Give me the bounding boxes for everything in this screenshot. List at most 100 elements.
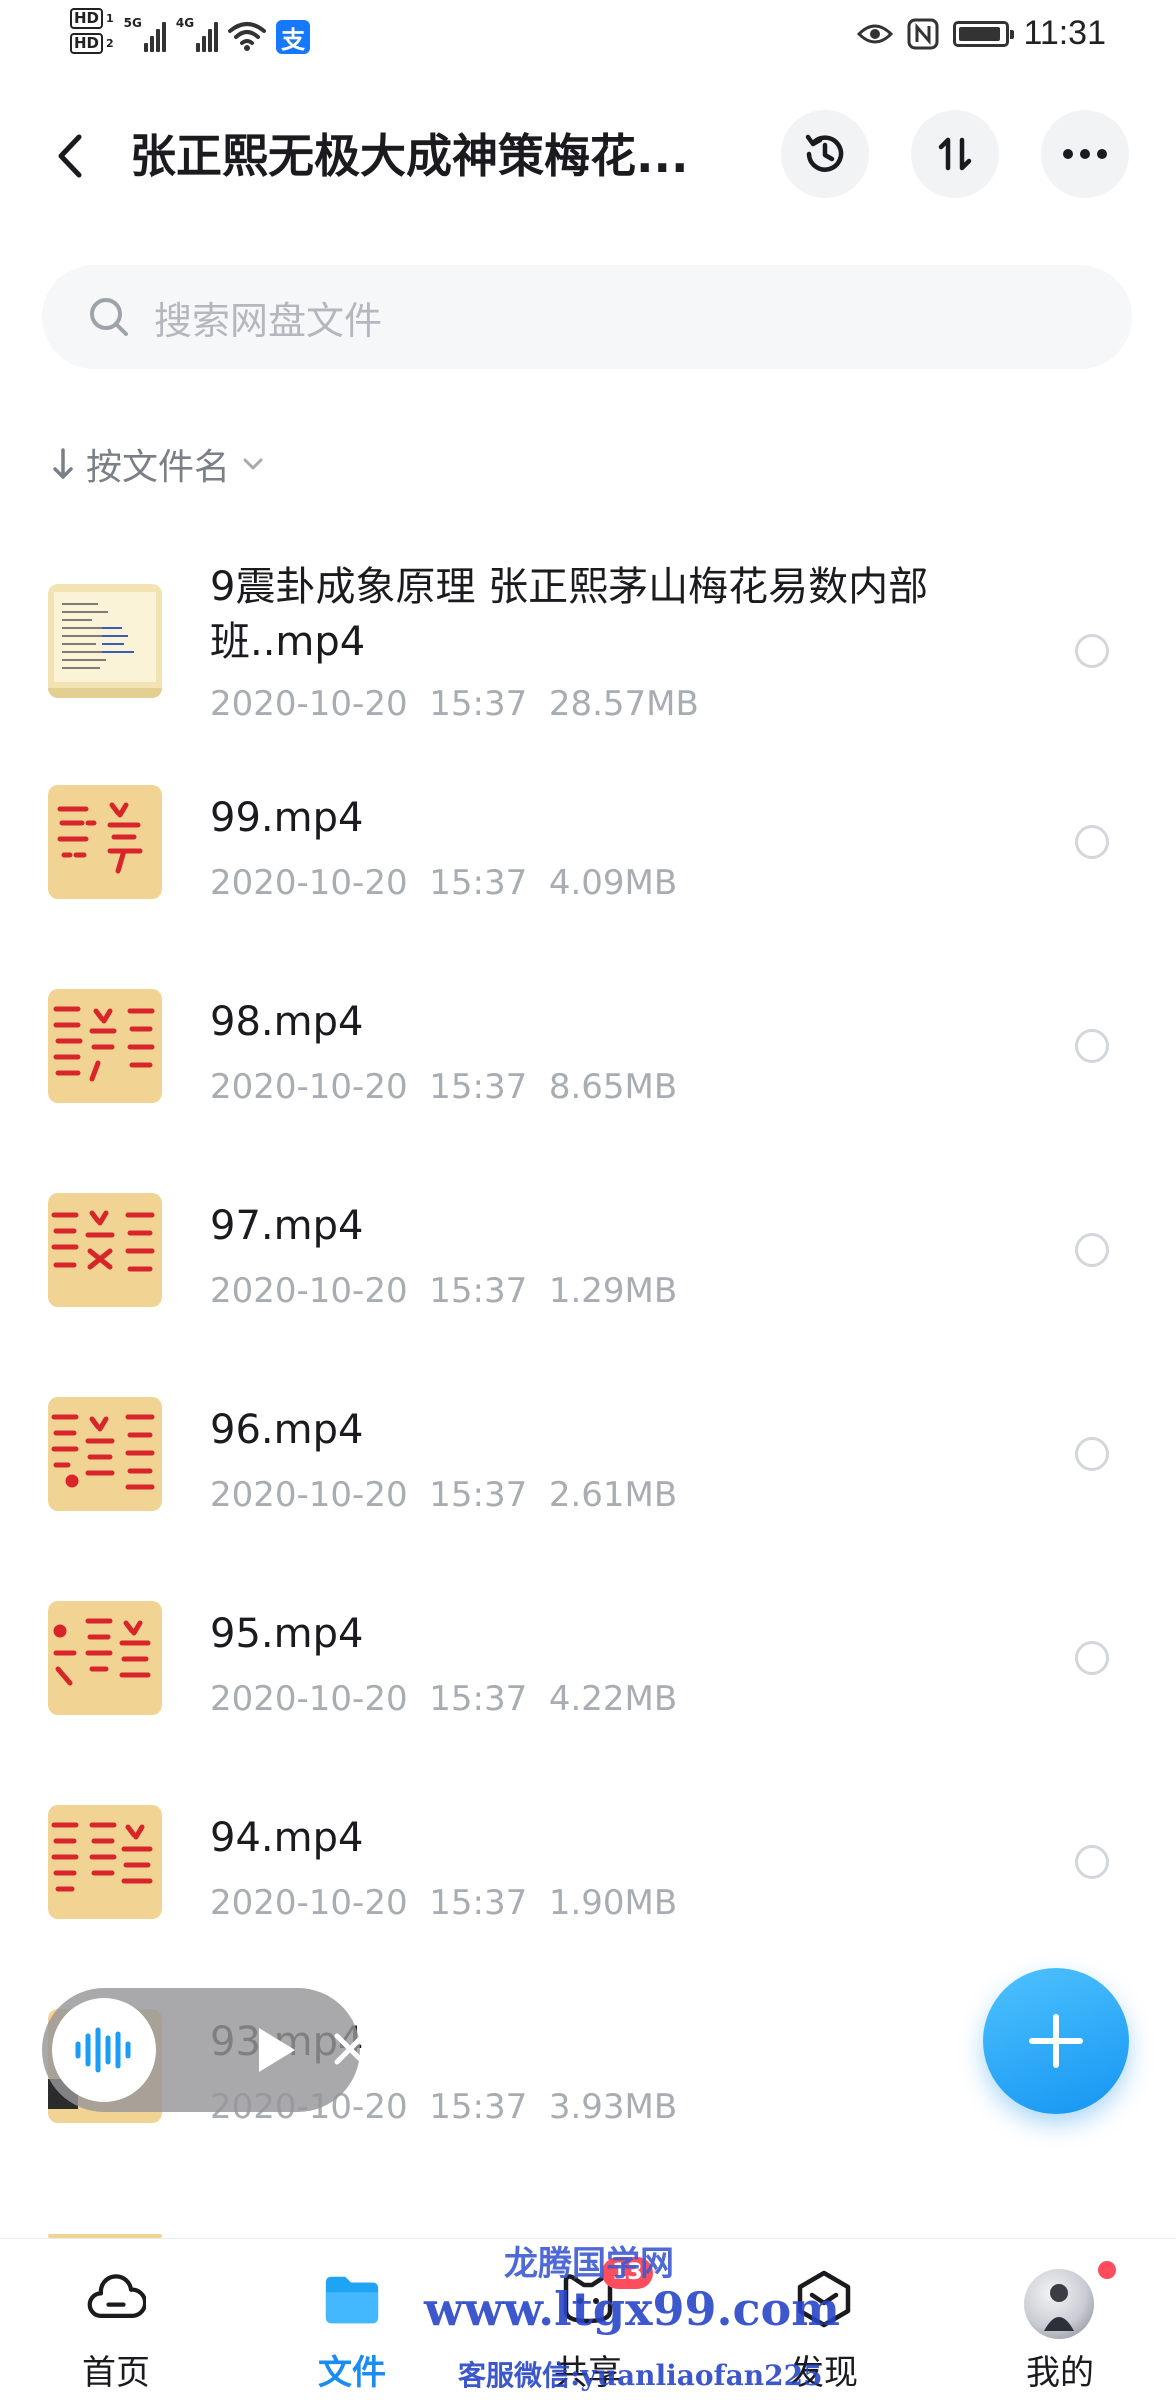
audio-wave-icon xyxy=(75,2027,131,2073)
select-radio[interactable] xyxy=(1075,825,1109,859)
network-type: 5G xyxy=(123,16,142,30)
file-date: 2020-10-20 xyxy=(210,1067,408,1107)
transfer-button[interactable] xyxy=(911,110,999,198)
video-thumbnail xyxy=(48,1397,162,1511)
search-input[interactable]: 搜索网盘文件 xyxy=(42,265,1132,369)
nav-item-files[interactable]: 文件 xyxy=(262,2239,442,2400)
select-radio[interactable] xyxy=(1075,1641,1109,1675)
file-name: 9震卦成象原理 张正熙茅山梅花易数内部班..mp4 xyxy=(210,564,929,665)
file-date: 2020-10-20 xyxy=(210,1475,408,1515)
file-size: 1.90MB xyxy=(548,1883,678,1923)
file-size: 3.93MB xyxy=(548,2087,678,2127)
file-meta: 2020-10-20 15:37 1.90MB xyxy=(210,1883,677,1923)
file-meta: 2020-10-20 15:37 1.29MB xyxy=(210,1271,677,1311)
file-meta: 2020-10-20 15:37 2.61MB xyxy=(210,1475,677,1515)
file-name: 98.mp4 xyxy=(210,999,364,1045)
avatar xyxy=(1024,2269,1094,2339)
more-icon xyxy=(1063,149,1107,159)
audio-wave-button[interactable] xyxy=(52,1998,156,2102)
hd-indicator-2: HD 2 xyxy=(70,33,114,54)
back-button[interactable] xyxy=(40,126,100,186)
nav-label: 文件 xyxy=(318,2353,386,2393)
file-date: 2020-10-20 xyxy=(210,1883,408,1923)
select-radio[interactable] xyxy=(1075,1029,1109,1063)
file-meta: 2020-10-20 15:37 4.22MB xyxy=(210,1679,677,1719)
file-date: 2020-10-20 xyxy=(210,684,408,724)
notification-dot xyxy=(1098,2261,1116,2279)
file-time: 15:37 xyxy=(429,863,528,903)
network-type: 4G xyxy=(175,16,195,30)
plus-icon xyxy=(1029,2014,1083,2068)
nav-item-me[interactable]: 我的 xyxy=(970,2239,1150,2400)
nfc-icon xyxy=(907,18,939,49)
play-icon[interactable] xyxy=(247,2022,303,2078)
folder-icon xyxy=(322,2269,382,2329)
alipay-icon: 支 xyxy=(276,20,311,54)
file-name: 99.mp4 xyxy=(210,795,364,841)
file-meta: 2020-10-20 15:37 8.65MB xyxy=(210,1067,677,1107)
battery-icon xyxy=(953,20,1015,47)
history-icon xyxy=(805,134,844,172)
cloud-icon xyxy=(86,2269,146,2329)
file-meta: 2020-10-20 15:37 4.09MB xyxy=(210,863,677,903)
file-name: 97.mp4 xyxy=(210,1203,364,1249)
file-time: 15:37 xyxy=(429,1475,528,1515)
history-button[interactable] xyxy=(781,110,869,198)
chevron-down-icon xyxy=(243,458,263,470)
battery-level xyxy=(959,26,1000,41)
video-thumbnail xyxy=(48,1601,162,1715)
watermark-title: 龙腾国学网 xyxy=(504,2244,674,2284)
search-placeholder: 搜索网盘文件 xyxy=(154,298,383,343)
eye-icon xyxy=(857,24,894,43)
watermark-contact: 客服微信:yuanliaofan225 xyxy=(458,2359,823,2392)
file-size: 2.61MB xyxy=(548,1475,678,1515)
sort-dropdown[interactable]: 按文件名 xyxy=(52,438,264,490)
file-time: 15:37 xyxy=(429,684,528,724)
select-radio[interactable] xyxy=(1075,1845,1109,1879)
select-radio[interactable] xyxy=(1075,634,1109,668)
file-name: 95.mp4 xyxy=(210,1611,364,1657)
video-thumbnail xyxy=(48,1193,162,1307)
sort-label: 按文件名 xyxy=(86,447,231,488)
hd-badge: HD xyxy=(70,33,104,54)
signal-5g-icon: 5G xyxy=(124,16,166,52)
status-left: HD 1 HD 2 5G 4G 支 xyxy=(70,8,311,54)
search-icon xyxy=(86,294,132,340)
file-date: 2020-10-20 xyxy=(210,1271,408,1311)
file-size: 28.57MB xyxy=(548,684,699,724)
select-radio[interactable] xyxy=(1075,1437,1109,1471)
add-button[interactable] xyxy=(983,1968,1129,2114)
file-time: 15:37 xyxy=(429,1679,528,1719)
status-bar: HD 1 HD 2 5G 4G 支 11:31 xyxy=(0,0,1176,70)
file-time: 15:37 xyxy=(429,2087,528,2127)
video-thumbnail xyxy=(48,989,162,1103)
file-size: 1.29MB xyxy=(548,1271,678,1311)
file-size: 8.65MB xyxy=(548,1067,678,1107)
app-header: 张正熙无极大成神策梅花... xyxy=(0,110,1176,200)
nav-label: 首页 xyxy=(82,2353,150,2393)
watermark-url: www.ltgx99.com xyxy=(424,2282,840,2336)
hd-indicator-1: HD 1 xyxy=(70,8,114,29)
close-icon[interactable] xyxy=(329,2028,371,2070)
file-name: 96.mp4 xyxy=(210,1407,364,1453)
nav-item-home[interactable]: 首页 xyxy=(26,2239,206,2400)
wifi-icon xyxy=(228,22,267,51)
video-thumbnail xyxy=(48,1805,162,1919)
arrow-down-icon xyxy=(53,448,73,479)
hd-sub: 2 xyxy=(106,37,114,50)
file-time: 15:37 xyxy=(429,1067,528,1107)
video-thumbnail xyxy=(48,785,162,899)
transfer-icon xyxy=(938,137,972,171)
more-button[interactable] xyxy=(1041,110,1129,198)
floating-player[interactable] xyxy=(42,1988,366,2112)
clock: 11:31 xyxy=(1023,14,1106,52)
file-meta: 2020-10-20 15:37 28.57MB xyxy=(210,684,699,724)
hd-sub: 1 xyxy=(106,12,114,25)
file-date: 2020-10-20 xyxy=(210,863,408,903)
file-size: 4.22MB xyxy=(548,1679,678,1719)
signal-4g-icon: 4G xyxy=(175,16,219,52)
app-screen: HD 1 HD 2 5G 4G 支 11:31 张正熙无极大成神策梅花... 搜… xyxy=(0,0,1176,2400)
status-right: 11:31 xyxy=(857,14,1106,53)
select-radio[interactable] xyxy=(1075,1233,1109,1267)
hd-badge: HD xyxy=(70,8,104,29)
